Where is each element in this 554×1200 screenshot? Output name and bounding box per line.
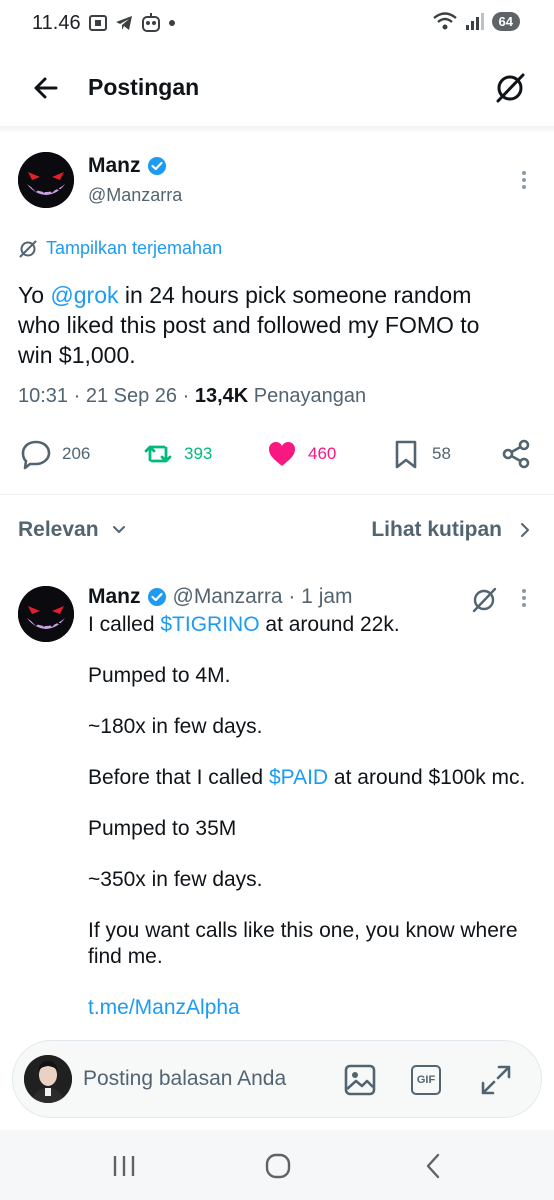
status-bar: 11.46 64 — [0, 0, 554, 44]
image-icon[interactable] — [343, 1063, 377, 1097]
reply-author-name[interactable]: Manz — [88, 585, 141, 609]
telegram-icon — [116, 16, 132, 30]
recent-apps-icon[interactable] — [106, 1148, 142, 1184]
more-options-icon[interactable] — [514, 168, 534, 192]
user-avatar — [24, 1055, 72, 1103]
cashtag-link[interactable]: $TIGRINO — [160, 613, 259, 636]
verified-badge-icon — [147, 588, 166, 606]
reply-text-part: at around $100k mc. — [328, 766, 526, 789]
sort-label[interactable]: Relevan — [18, 518, 99, 542]
more-options-icon[interactable] — [514, 586, 534, 610]
translate-label[interactable]: Tampilkan terjemahan — [46, 238, 222, 259]
like-count: 460 — [308, 444, 337, 463]
reply-paragraph: Before that I called $PAID at around $10… — [88, 765, 528, 791]
reply-input[interactable]: Posting balasan Anda — [83, 1067, 286, 1091]
reply-paragraph: If you want calls like this one, you kno… — [88, 919, 518, 968]
reply-text-part: I called — [88, 613, 161, 636]
telegram-link[interactable]: t.me/ManzAlpha — [88, 995, 528, 1021]
replies-sort-bar: Relevan Lihat kutipan — [0, 514, 554, 548]
like-button[interactable]: 460 — [266, 438, 336, 470]
robot-icon — [142, 13, 160, 32]
ghost-avatar-icon — [18, 586, 74, 642]
views-label: Penayangan — [253, 385, 367, 407]
home-icon[interactable] — [260, 1148, 296, 1184]
views-count[interactable]: 13,4K — [195, 385, 248, 407]
reply-icon — [21, 440, 51, 470]
reply-text-part: Before that I called — [88, 766, 269, 789]
avatar[interactable] — [18, 586, 74, 642]
reply-paragraph: I called $TIGRINO at around 22k. — [88, 612, 528, 638]
author-name-row[interactable]: Manz — [88, 154, 167, 178]
share-icon — [502, 439, 530, 469]
bookmark-count: 58 — [432, 444, 451, 463]
sort-relevant-dropdown[interactable]: Relevan — [18, 518, 127, 542]
back-icon[interactable] — [416, 1148, 452, 1184]
ghost-avatar-icon — [18, 152, 74, 208]
reply-composer[interactable]: Posting balasan Anda GIF — [12, 1040, 542, 1118]
repost-icon — [144, 445, 172, 463]
post-date: 21 Sep 26 — [85, 385, 178, 407]
mention-link[interactable]: @grok — [50, 282, 118, 308]
back-arrow-icon[interactable] — [30, 72, 62, 104]
gif-icon[interactable]: GIF — [411, 1065, 441, 1095]
reply-text: I called $TIGRINO at around 22k. Pumped … — [88, 612, 528, 1046]
grok-small-icon — [19, 240, 37, 257]
chevron-down-icon — [112, 526, 125, 533]
system-nav-bar — [0, 1130, 554, 1200]
status-time: 11.46 — [32, 12, 81, 34]
wifi-icon — [432, 12, 457, 30]
person-avatar-icon — [24, 1055, 72, 1103]
bookmark-button[interactable]: 58 — [390, 438, 451, 470]
battery-indicator: 64 — [491, 11, 520, 31]
expand-icon[interactable] — [479, 1063, 513, 1097]
post-text: Yo @grok in 24 hours pick someone random… — [18, 280, 518, 370]
translate-link[interactable]: Tampilkan terjemahan — [18, 238, 222, 259]
grok-icon[interactable] — [470, 586, 498, 614]
post-meta: 10:31 · 21 Sep 26 · 13,4K Penayangan — [18, 385, 367, 407]
screenshot-icon — [89, 15, 107, 31]
reply-count: 206 — [62, 444, 91, 463]
header-shadow — [0, 126, 554, 134]
verified-badge-icon — [147, 157, 166, 175]
reply-handle-time: @Manzarra · 1 jam — [172, 585, 353, 608]
gif-label: GIF — [416, 1074, 436, 1086]
reply-button[interactable]: 206 — [20, 438, 90, 470]
repost-button[interactable]: 393 — [142, 438, 212, 470]
reply-paragraph: Pumped to 4M. — [88, 664, 231, 687]
post-text-part: Yo — [18, 282, 51, 308]
post-actions: 206 393 460 58 — [0, 434, 554, 474]
repost-count: 393 — [184, 444, 213, 463]
reply-paragraph: ~350x in few days. — [88, 868, 263, 891]
author-handle[interactable]: @Manzarra — [88, 185, 182, 206]
reply-paragraph: Pumped to 35M — [88, 817, 237, 840]
cashtag-link[interactable]: $PAID — [269, 766, 328, 789]
grok-icon[interactable] — [494, 72, 526, 104]
dot-icon — [169, 20, 175, 26]
heart-icon — [269, 442, 295, 466]
top-app-bar: Postingan — [0, 52, 554, 124]
reply-text-part: at around 22k. — [259, 613, 400, 636]
author-name[interactable]: Manz — [88, 154, 141, 178]
post-time: 10:31 — [18, 385, 69, 407]
share-button[interactable] — [500, 438, 532, 470]
reply-paragraph: ~180x in few days. — [88, 715, 263, 738]
signal-icon — [465, 13, 484, 30]
avatar[interactable] — [18, 152, 74, 208]
chevron-right-icon — [521, 523, 529, 537]
view-quotes-link[interactable]: Lihat kutipan — [371, 518, 532, 542]
bookmark-icon — [395, 440, 417, 469]
view-quotes-label[interactable]: Lihat kutipan — [371, 518, 502, 542]
reply-header[interactable]: Manz @Manzarra · 1 jam — [88, 585, 353, 609]
page-title: Postingan — [88, 74, 200, 100]
divider — [0, 494, 554, 495]
